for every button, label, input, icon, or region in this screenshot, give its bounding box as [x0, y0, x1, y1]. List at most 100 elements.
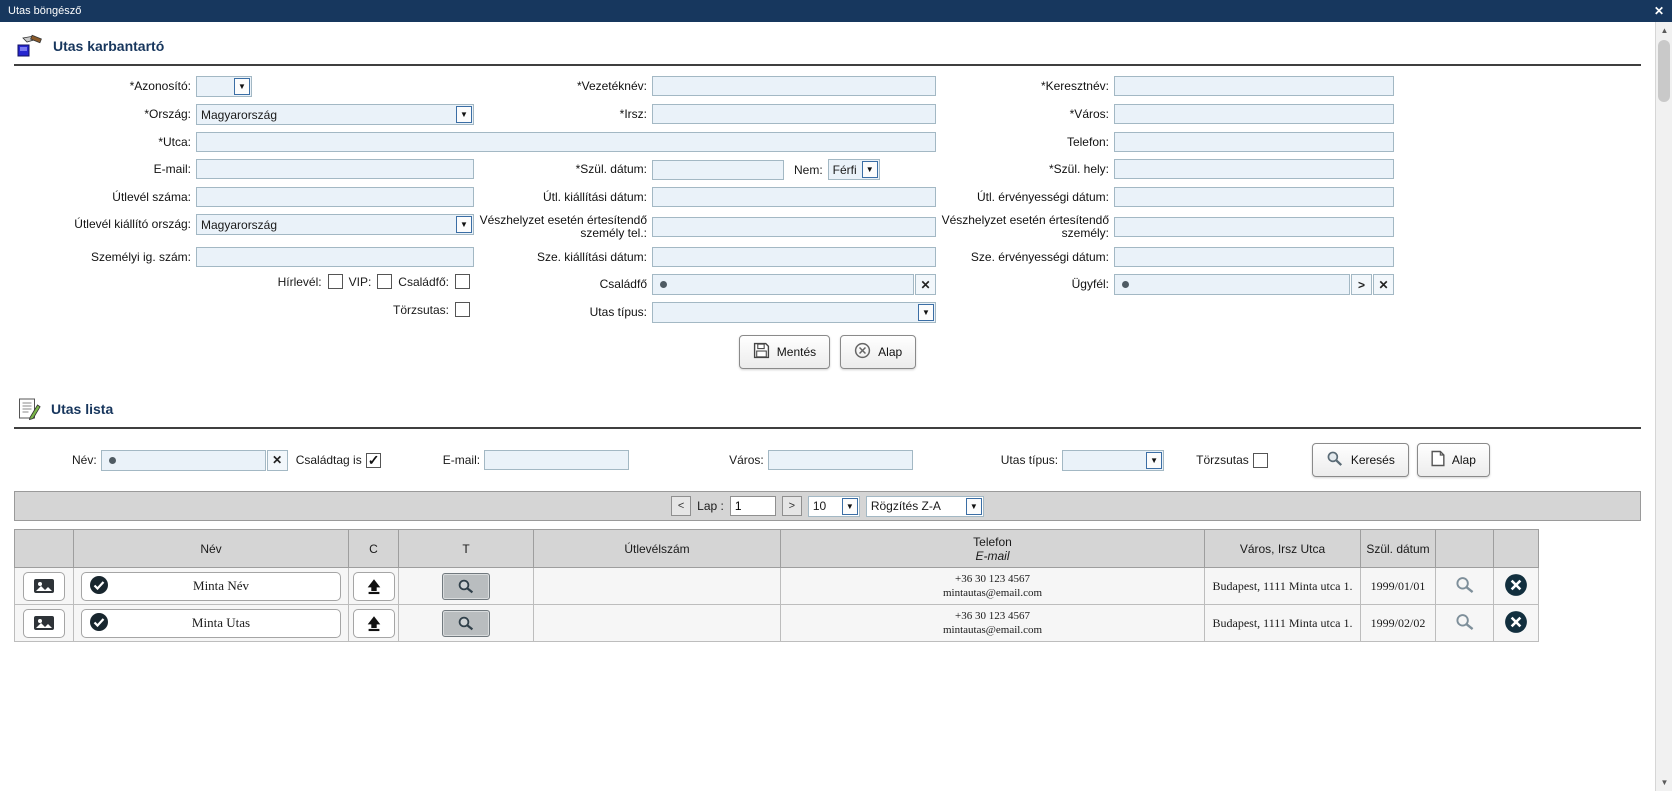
szul-hely-input[interactable]	[1114, 159, 1394, 179]
keresztnev-input[interactable]	[1114, 76, 1394, 96]
search-icon	[458, 579, 474, 594]
chevron-down-icon: ▼	[1146, 451, 1163, 469]
nem-select[interactable]: Férfi ▼	[827, 159, 880, 180]
vip-checkbox[interactable]	[377, 274, 393, 289]
circle-x-icon	[854, 342, 871, 362]
utca-label: *Utca:	[158, 134, 191, 149]
vezeteknev-input[interactable]	[652, 76, 936, 96]
csaladfo-checkbox-label: Családfő:	[398, 274, 449, 289]
chevron-down-icon: ▼	[841, 497, 858, 515]
csaladfo-checkbox[interactable]	[455, 274, 470, 289]
family-upload-button[interactable]	[352, 571, 395, 601]
veszhelyzet-tel-input[interactable]	[652, 217, 936, 237]
upload-icon	[367, 615, 380, 631]
utl-ervenyessegi-input[interactable]	[1114, 187, 1394, 207]
utas-tipus-select[interactable]: ▼	[652, 302, 936, 323]
select-passenger-button[interactable]: Minta Név	[81, 571, 341, 601]
filter-torzsutas-label: Törzsutas	[1196, 453, 1249, 467]
family-upload-button[interactable]	[352, 608, 395, 638]
ugyfel-clear-button[interactable]: ✕	[1373, 274, 1394, 295]
sze-ervenyessegi-input[interactable]	[1114, 247, 1394, 267]
delete-passenger-button[interactable]	[1504, 610, 1528, 637]
detail-search-button[interactable]	[442, 572, 490, 600]
filter-nev-picker[interactable]	[100, 449, 266, 471]
szemelyi-ig-szam-label: Személyi ig. szám:	[90, 249, 191, 264]
utlevel-kiallito-orszag-label: Útlevél kiállító ország:	[74, 217, 191, 231]
ugyfel-open-button[interactable]: >	[1351, 274, 1372, 295]
passenger-name: Minta Utas	[191, 615, 251, 630]
delete-passenger-button[interactable]	[1504, 573, 1528, 600]
utlevel-szama-label: Útlevél száma:	[112, 189, 191, 204]
list-section-title: Utas lista	[51, 401, 114, 417]
utlevel-szama-input[interactable]	[196, 187, 474, 207]
view-passenger-button[interactable]	[1454, 614, 1476, 634]
utl-kiallitasi-input[interactable]	[652, 187, 936, 207]
email-input[interactable]	[196, 159, 474, 179]
varos-label: *Város:	[1069, 106, 1109, 121]
col-view	[1435, 529, 1494, 568]
prev-page-button[interactable]: <	[671, 496, 692, 516]
mentes-button[interactable]: Mentés	[738, 335, 831, 369]
detail-search-button[interactable]	[442, 609, 490, 637]
veszhelyzet-szemely-input[interactable]	[1114, 217, 1394, 237]
csaladfo-picker[interactable]	[652, 274, 914, 295]
close-icon[interactable]: ✕	[1654, 4, 1664, 18]
passenger-form: *Azonosító: ▼ *Vezetéknév: *Keresztnév: …	[14, 76, 1655, 323]
csaladtag-label: Családtag is	[295, 453, 362, 467]
scroll-down-icon[interactable]: ▼	[1656, 774, 1672, 791]
orszag-select[interactable]: Magyarország ▼	[196, 104, 474, 125]
col-varos-irsz-utca: Város, Irsz Utca	[1204, 529, 1361, 568]
next-page-button[interactable]: >	[781, 496, 802, 516]
szul-datum-input[interactable]	[652, 159, 784, 180]
utas-tipus-label: Utas típus:	[589, 305, 647, 319]
torzsutas-checkbox[interactable]	[455, 302, 470, 317]
telefon-label: Telefon:	[1066, 134, 1109, 149]
select-passenger-button[interactable]: Minta Utas	[81, 608, 341, 638]
scrollbar-thumb[interactable]	[1658, 40, 1670, 102]
alap-form-button[interactable]: Alap	[840, 335, 917, 369]
veszhelyzet-szemely-label: Vészhelyzet esetén értesítendő személy:	[941, 213, 1109, 240]
chevron-down-icon: ▼	[456, 106, 472, 123]
list-edit-icon	[16, 397, 41, 421]
passenger-table: Név C T Útlevélszám Telefon E-mail Város…	[14, 529, 1539, 642]
view-passenger-button[interactable]	[1454, 577, 1476, 597]
sort-select[interactable]: Rögzítés Z-A ▼	[865, 495, 984, 517]
scroll-up-icon[interactable]: ▲	[1656, 22, 1672, 39]
hirlevel-checkbox[interactable]	[327, 274, 343, 289]
contact-cell: +36 30 123 4567 mintautas@email.com	[780, 604, 1205, 642]
table-header-row: Név C T Útlevélszám Telefon E-mail Város…	[14, 529, 1539, 568]
bullet-icon	[1122, 281, 1129, 288]
telefon-input[interactable]	[1114, 132, 1394, 152]
filter-torzsutas-checkbox[interactable]	[1252, 452, 1268, 468]
save-floppy-icon	[753, 342, 770, 362]
search-icon	[1326, 450, 1344, 470]
alap-list-button[interactable]: Alap	[1416, 443, 1490, 477]
utca-input[interactable]	[196, 132, 936, 152]
passport-number-cell	[533, 604, 781, 642]
page-number-input[interactable]	[729, 496, 776, 516]
maintenance-tools-icon	[16, 34, 43, 58]
filter-nev-clear-button[interactable]: ✕	[266, 449, 288, 471]
utlevel-kiallito-orszag-select[interactable]: Magyarország ▼	[196, 214, 474, 235]
filter-varos-input[interactable]	[767, 450, 913, 470]
vertical-scrollbar[interactable]: ▲ ▼	[1655, 22, 1672, 791]
search-icon	[458, 616, 474, 631]
irsz-input[interactable]	[652, 104, 936, 124]
page-size-select[interactable]: 10 ▼	[807, 495, 860, 517]
photo-button[interactable]	[23, 608, 65, 638]
col-telefon-email: Telefon E-mail	[780, 529, 1205, 568]
csaladtag-checkbox[interactable]	[365, 452, 381, 469]
ugyfel-picker[interactable]	[1114, 274, 1350, 295]
sze-kiallitasi-input[interactable]	[652, 247, 936, 267]
kereses-button[interactable]: Keresés	[1311, 443, 1409, 477]
photo-button[interactable]	[23, 571, 65, 601]
sze-ervenyessegi-label: Sze. érvényességi dátum:	[970, 249, 1109, 264]
varos-input[interactable]	[1114, 104, 1394, 124]
bullet-icon	[108, 456, 116, 464]
azonosito-select[interactable]: ▼	[196, 76, 252, 97]
csaladfo-clear-button[interactable]: ✕	[915, 274, 936, 295]
filter-email-input[interactable]	[484, 450, 630, 470]
szemelyi-ig-szam-input[interactable]	[196, 247, 474, 267]
address-cell: Budapest, 1111 Minta utca 1.	[1204, 567, 1361, 605]
filter-utas-tipus-select[interactable]: ▼	[1062, 449, 1165, 471]
